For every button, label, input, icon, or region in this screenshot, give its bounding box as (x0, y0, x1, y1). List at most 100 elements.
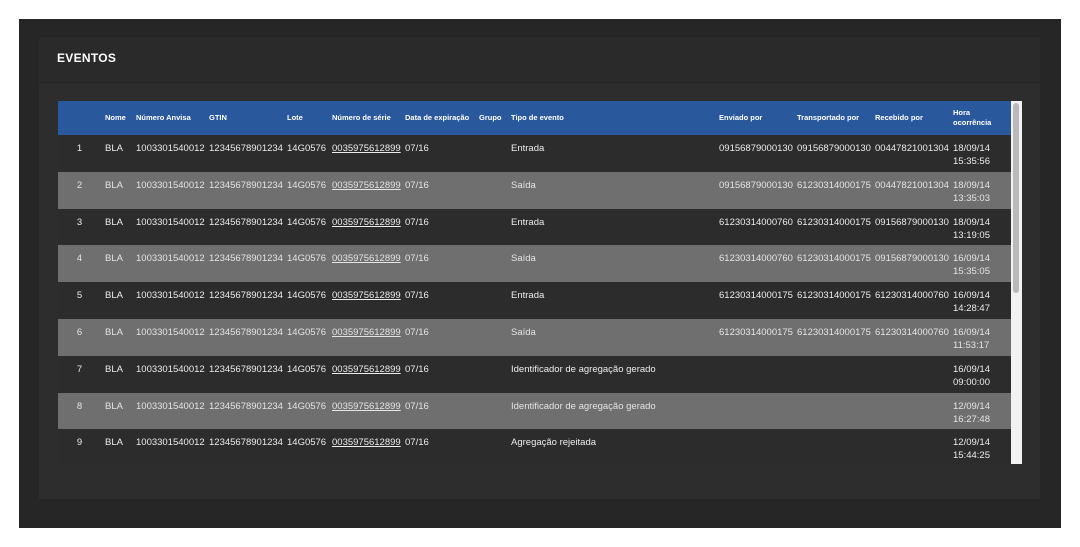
cell-row-number: 5 (76, 290, 83, 302)
cell-grupo (475, 282, 507, 319)
cell-enviado-por: 61230314000760 (719, 253, 793, 265)
cell-nome: BLA (105, 290, 123, 302)
table-row[interactable]: 9 BLA 1003301540012 12345678901234 14G0576 00… (58, 429, 1011, 464)
cell-recebido-por: 61230314000760 (875, 290, 949, 302)
cell-lote: 14G0576 (287, 290, 327, 302)
cell-numero-de-serie[interactable]: 0035975612899 (328, 245, 401, 282)
cell-hora-ocorrencia: 18/09/14 13:35:03 (953, 179, 990, 204)
cell-grupo (475, 209, 507, 246)
column-header-tipo-de-evento: Tipo de evento (511, 113, 564, 122)
scrollbar-thumb[interactable] (1013, 103, 1019, 293)
cell-recebido-por (871, 356, 949, 393)
cell-gtin: 12345678901234 (209, 363, 283, 375)
table-row[interactable]: 3 BLA 1003301540012 12345678901234 14G0576 00… (58, 208, 1011, 246)
cell-lote: 14G0576 (287, 179, 327, 191)
cell-numero-anvisa: 1003301540012 (136, 253, 205, 265)
cell-gtin: 12345678901234 (209, 400, 283, 412)
cell-lote: 14G0576 (287, 253, 327, 265)
app-screen: EVENTOS Nome Número Anvisa GTIN Lote Núm… (19, 19, 1061, 528)
cell-numero-de-serie[interactable]: 0035975612899 (328, 135, 401, 172)
cell-enviado-por: 09156879000130 (719, 143, 793, 154)
cell-transportado-por: 61230314000175 (797, 326, 871, 338)
cell-transportado-por (793, 393, 871, 430)
cell-hora-ocorrencia: 16/09/14 14:28:47 (953, 290, 990, 315)
cell-numero-de-serie[interactable]: 0035975612899 (328, 282, 401, 319)
cell-grupo (475, 172, 507, 209)
cell-numero-de-serie[interactable]: 0035975612899 (328, 429, 401, 464)
column-header-nome: Nome (105, 113, 126, 122)
table-row[interactable]: 8 BLA 1003301540012 12345678901234 14G0576 00… (58, 392, 1011, 430)
cell-gtin: 12345678901234 (209, 290, 283, 302)
table-header-row: Nome Número Anvisa GTIN Lote Número de série… (58, 101, 1011, 135)
cell-nome: BLA (105, 363, 123, 375)
cell-row-number: 6 (76, 326, 83, 338)
cell-gtin: 12345678901234 (209, 326, 283, 338)
cell-gtin: 12345678901234 (209, 216, 283, 228)
column-header-gtin: GTIN (209, 113, 227, 122)
cell-numero-de-serie[interactable]: 0035975612899 (328, 172, 401, 209)
cell-gtin: 12345678901234 (209, 437, 283, 449)
cell-row-number: 2 (76, 179, 83, 191)
cell-recebido-por: 00447821001304 (875, 143, 949, 154)
cell-row-number: 3 (76, 216, 83, 228)
cell-hora-ocorrencia: 16/09/14 15:35:05 (953, 253, 990, 278)
cell-hora-ocorrencia: 16/09/14 11:53:17 (953, 326, 990, 351)
table-row[interactable]: 1 BLA 1003301540012 12345678901234 14G0576 00… (58, 135, 1011, 172)
column-header-numero-de-serie: Número de série (332, 113, 391, 122)
cell-enviado-por (715, 356, 793, 393)
table-row[interactable]: 6 BLA 1003301540012 12345678901234 14G0576 00… (58, 318, 1011, 356)
cell-numero-de-serie[interactable]: 0035975612899 (328, 356, 401, 393)
cell-tipo-de-evento: Saída (511, 253, 536, 265)
cell-lote: 14G0576 (287, 363, 327, 375)
cell-numero-anvisa: 1003301540012 (136, 290, 205, 302)
cell-nome: BLA (105, 216, 123, 228)
cell-row-number: 8 (76, 400, 83, 412)
table-row[interactable]: 4 BLA 1003301540012 12345678901234 14G0576 00… (58, 245, 1011, 283)
table-row[interactable]: 2 BLA 1003301540012 12345678901234 14G0576 00… (58, 171, 1011, 209)
cell-recebido-por (871, 393, 949, 430)
column-header-lote: Lote (287, 113, 303, 122)
cell-numero-anvisa: 1003301540012 (136, 326, 205, 338)
column-header-enviado-por: Enviado por (719, 113, 763, 122)
cell-numero-de-serie[interactable]: 0035975612899 (328, 393, 401, 430)
cell-numero-anvisa: 1003301540012 (136, 179, 205, 191)
cell-transportado-por: 61230314000175 (797, 290, 871, 302)
cell-data-de-expiracao: 07/16 (405, 437, 429, 449)
table-row[interactable]: 5 BLA 1003301540012 12345678901234 14G0576 00… (58, 282, 1011, 319)
cell-hora-ocorrencia: 12/09/14 15:44:25 (953, 437, 990, 462)
cell-data-de-expiracao: 07/16 (405, 290, 429, 302)
cell-numero-de-serie[interactable]: 0035975612899 (328, 209, 401, 246)
cell-transportado-por: 61230314000175 (797, 179, 871, 191)
cell-data-de-expiracao: 07/16 (405, 179, 429, 191)
panel-header: EVENTOS (39, 37, 1040, 83)
cell-enviado-por: 61230314000760 (719, 216, 793, 228)
cell-row-number: 7 (76, 363, 83, 375)
cell-tipo-de-evento: Entrada (511, 290, 545, 302)
cell-tipo-de-evento: Saída (511, 179, 536, 191)
cell-data-de-expiracao: 07/16 (405, 363, 429, 375)
cell-data-de-expiracao: 07/16 (405, 326, 429, 338)
column-header-hora-ocorrencia: Hora ocorrência (953, 108, 992, 127)
cell-tipo-de-evento: Entrada (511, 143, 545, 154)
cell-gtin: 12345678901234 (209, 253, 283, 265)
cell-transportado-por (793, 429, 871, 464)
cell-data-de-expiracao: 07/16 (405, 216, 429, 228)
cell-numero-anvisa: 1003301540012 (136, 437, 205, 449)
cell-recebido-por: 00447821001304 (875, 179, 949, 191)
cell-lote: 14G0576 (287, 143, 327, 154)
cell-grupo (475, 245, 507, 282)
cell-transportado-por: 61230314000175 (797, 216, 871, 228)
cell-row-number: 9 (76, 437, 83, 449)
cell-lote: 14G0576 (287, 437, 327, 449)
cell-transportado-por: 61230314000175 (797, 253, 871, 265)
cell-tipo-de-evento: Agregação rejeitada (511, 437, 597, 449)
table-row[interactable]: 7 BLA 1003301540012 12345678901234 14G0576 00… (58, 355, 1011, 393)
cell-data-de-expiracao: 07/16 (405, 143, 429, 154)
cell-transportado-por (793, 356, 871, 393)
table-body: 1 BLA 1003301540012 12345678901234 14G0576 00… (58, 135, 1011, 464)
vertical-scrollbar[interactable] (1011, 101, 1022, 464)
cell-tipo-de-evento: Entrada (511, 216, 545, 228)
cell-numero-de-serie[interactable]: 0035975612899 (328, 319, 401, 356)
cell-numero-anvisa: 1003301540012 (136, 143, 205, 154)
cell-row-number: 4 (76, 253, 83, 265)
